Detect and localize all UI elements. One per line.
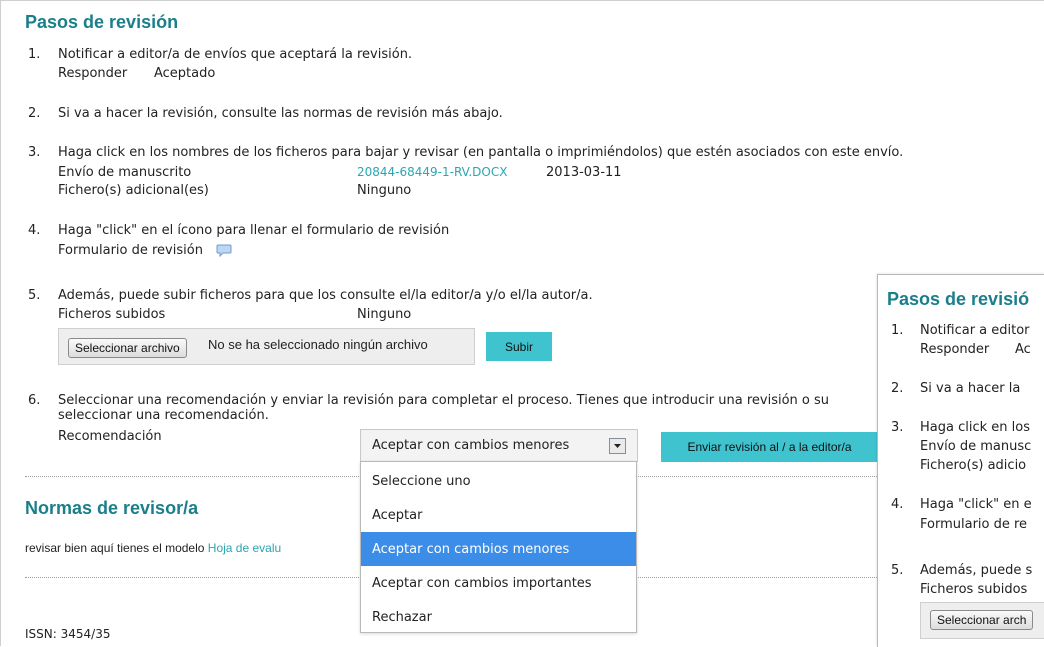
step-text: Haga click en los nombres de los fichero… <box>58 145 904 160</box>
recommendation-selected-value: Aceptar con cambios menores <box>372 438 570 453</box>
recommendation-dropdown[interactable]: Seleccione uno Aceptar Aceptar con cambi… <box>360 461 637 633</box>
step-text: Además, puede subir ficheros para que lo… <box>58 288 593 303</box>
recommendation-select[interactable]: Aceptar con cambios menores <box>360 429 638 462</box>
step-number: 2. <box>891 381 904 396</box>
overlay-form-label: Formulario de re <box>920 517 1028 532</box>
step-number: 3. <box>28 145 41 160</box>
step-number: 4. <box>28 223 41 238</box>
uploaded-files-value: Ninguno <box>357 307 412 322</box>
overlay-step-text: Haga "click" en e <box>920 497 1032 512</box>
dropdown-option[interactable]: Aceptar con cambios importantes <box>361 566 636 600</box>
overlapping-window: Pasos de revisió 1. Notificar a editor R… <box>877 274 1044 647</box>
page-title: Pasos de revisión <box>25 12 179 32</box>
norms-text-body: revisar bien aquí tienes el modelo <box>25 541 208 555</box>
step-number: 2. <box>28 106 41 121</box>
page-frame: Pasos de revisión 1. Notificar a editor/… <box>0 0 1044 647</box>
evaluation-sheet-link[interactable]: Hoja de evalu <box>208 541 281 555</box>
file-input[interactable]: Seleccionar archivo No se ha seleccionad… <box>58 328 475 365</box>
step-text: Si va a hacer la revisión, consulte las … <box>58 106 503 121</box>
manuscript-label: Envío de manuscrito <box>58 165 192 180</box>
additional-files-value: Ninguno <box>357 183 412 198</box>
send-review-button[interactable]: Enviar revisión al / a la editor/a <box>661 432 878 462</box>
dropdown-option[interactable]: Seleccione uno <box>361 464 636 498</box>
overlay-uploaded-label: Ficheros subidos <box>920 582 1028 597</box>
manuscript-date: 2013-03-11 <box>546 165 622 180</box>
respond-label: Responder <box>58 66 128 81</box>
norms-text: revisar bien aquí tienes el modelo Hoja … <box>25 541 281 555</box>
issn-text: ISSN: 3454/35 <box>25 627 111 641</box>
recommendation-label: Recomendación <box>58 429 162 444</box>
additional-files-label: Fichero(s) adicional(es) <box>58 183 209 198</box>
overlay-title: Pasos de revisió <box>887 289 1030 309</box>
step-text: Haga "click" en el ícono para llenar el … <box>58 223 450 238</box>
step-number: 5. <box>891 563 904 578</box>
dropdown-option[interactable]: Aceptar <box>361 498 636 532</box>
overlay-step-text: Si va a hacer la <box>920 381 1021 396</box>
speech-bubble-icon[interactable] <box>216 244 232 258</box>
overlay-step-text: Haga click en los <box>920 420 1030 435</box>
uploaded-files-label: Ficheros subidos <box>58 307 166 322</box>
overlay-accepted: Ac <box>1015 342 1031 357</box>
step-text: Seleccionar una recomendación y enviar l… <box>58 393 830 408</box>
overlay-step-text: Además, puede s <box>920 563 1033 578</box>
step-number: 1. <box>891 323 904 338</box>
step-number: 3. <box>891 420 904 435</box>
no-file-text: No se ha seleccionado ningún archivo <box>208 337 428 352</box>
dropdown-option[interactable]: Rechazar <box>361 600 636 634</box>
norms-title: Normas de revisor/a <box>25 498 199 518</box>
step-number: 6. <box>28 393 41 408</box>
overlay-step-text: Notificar a editor <box>920 323 1030 338</box>
overlay-respond: Responder <box>920 342 990 357</box>
step-number: 4. <box>891 497 904 512</box>
overlay-additional-label: Fichero(s) adicio <box>920 458 1027 473</box>
choose-file-button[interactable]: Seleccionar archivo <box>68 338 187 358</box>
overlay-choose-file-button[interactable]: Seleccionar arch <box>930 610 1034 630</box>
step-number: 5. <box>28 288 41 303</box>
review-form-label: Formulario de revisión <box>58 243 203 258</box>
manuscript-file-link[interactable]: 20844-68449-1-RV.DOCX <box>357 165 507 179</box>
accepted-status: Aceptado <box>154 66 216 81</box>
overlay-manuscript-label: Envío de manusc <box>920 439 1032 454</box>
dropdown-option-selected[interactable]: Aceptar con cambios menores <box>361 532 636 566</box>
chevron-down-icon[interactable] <box>609 438 626 454</box>
step-number: 1. <box>28 47 41 62</box>
step-text: Notificar a editor/a de envíos que acept… <box>58 47 413 62</box>
upload-button[interactable]: Subir <box>486 332 552 361</box>
step-text-continued: seleccionar una recomendación. <box>58 408 269 423</box>
overlay-file-input[interactable]: Seleccionar arch <box>920 602 1044 639</box>
